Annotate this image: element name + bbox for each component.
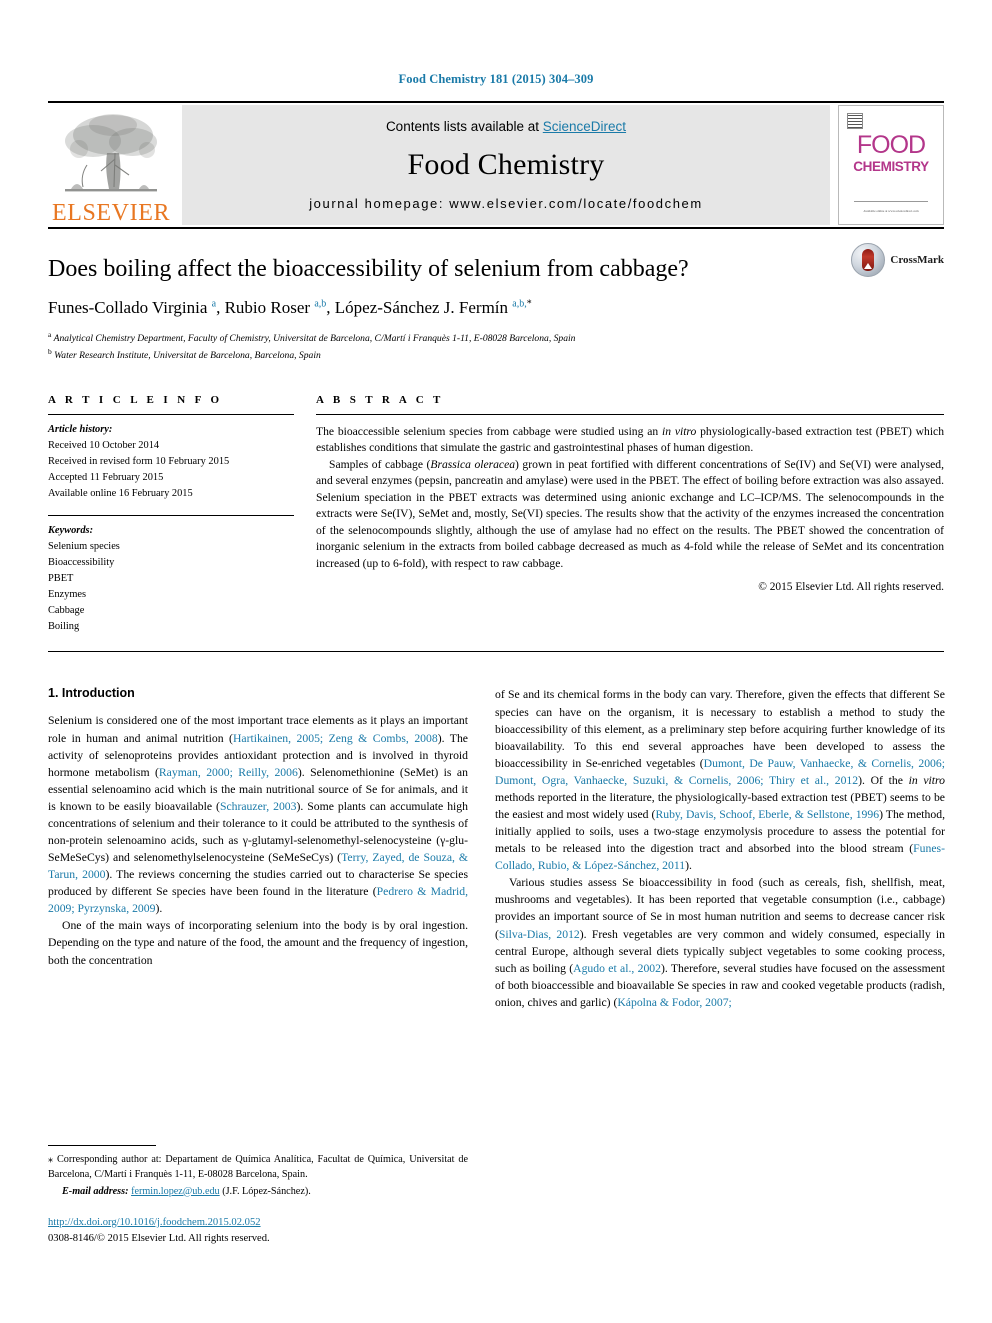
introduction-left-text: Selenium is considered one of the most i… [48,712,468,968]
elsevier-logo: ELSEVIER [48,103,174,227]
cover-divider [853,201,929,202]
article-history-label: Article history: [48,423,113,435]
email-label: E-mail address: [62,1185,129,1197]
elsevier-tree-icon [57,109,165,201]
article-page: Food Chemistry 181 (2015) 304–309 ELSEVI… [0,0,992,1323]
crossmark-icon [851,243,886,277]
keyword-item: Bioaccessibility [48,556,115,568]
abstract-body: The bioaccessible selenium species from … [316,415,944,572]
keyword-item: Selenium species [48,540,120,552]
crossmark-label: CrossMark [890,254,944,266]
title-block: CrossMark Does boiling affect the bioacc… [48,229,944,364]
abstract-paragraph: Samples of cabbage (Brassica oleracea) g… [316,457,945,570]
author-list: Funes-Collado Virginia a, Rubio Roser a,… [48,297,532,317]
body-paragraph: of Se and its chemical forms in the body… [495,688,945,873]
article-info-heading: A R T I C L E I N F O [48,393,223,406]
corresponding-author-note: ⁎ Corresponding author at: Departament d… [48,1154,468,1180]
affiliation-a: a Analytical Chemistry Department, Facul… [48,329,576,344]
contents-prefix: Contents lists available at [385,119,543,134]
abstract-column: A B S T R A C T The bioaccessible seleni… [316,394,944,636]
section-heading-introduction: 1. Introduction [48,686,135,701]
info-abstract-region: A R T I C L E I N F O Article history: R… [48,394,944,636]
page-title: Does boiling affect the bioaccessibility… [48,256,689,282]
body-columns: 1. Introduction Selenium is considered o… [48,686,945,1246]
journal-masthead: ELSEVIER Contents lists available at Sci… [48,103,944,227]
abstract-paragraph: The bioaccessible selenium species from … [316,424,945,455]
elsevier-wordmark: ELSEVIER [51,200,171,226]
keywords-label: Keywords: [48,524,94,536]
abstract-heading: A B S T R A C T [316,393,444,406]
crossmark-badge-group[interactable]: CrossMark [851,243,944,277]
email-note: E-mail address: fermin.lopez@ub.edu (J.F… [48,1186,468,1197]
body-paragraph: Various studies assess Se bioaccessibili… [495,876,945,1009]
history-item: Received in revised form 10 February 201… [48,456,230,468]
body-paragraph: One of the main ways of incorporating se… [48,919,468,967]
article-info-column: A R T I C L E I N F O Article history: R… [48,394,316,636]
cover-publisher-mark-icon [847,113,863,129]
running-head: Food Chemistry 181 (2015) 304–309 [398,72,594,86]
keyword-item: Enzymes [48,589,87,601]
doi-link[interactable]: http://dx.doi.org/10.1016/j.foodchem.201… [48,1217,261,1228]
cover-title-food: FOOD [856,131,926,159]
email-owner: (J.F. López-Sánchez). [222,1185,311,1197]
body-column-right: of Se and its chemical forms in the body… [495,686,945,1246]
sciencedirect-link[interactable]: ScienceDirect [543,119,626,134]
footnote-block: ⁎ Corresponding author at: Departament d… [48,1145,468,1246]
cover-title-chemistry: CHEMISTRY [853,159,929,174]
history-item: Available online 16 February 2015 [48,488,193,500]
email-link[interactable]: fermin.lopez@ub.edu [131,1186,220,1197]
introduction-right-text: of Se and its chemical forms in the body… [495,686,945,1010]
doi-block: http://dx.doi.org/10.1016/j.foodchem.201… [48,1215,468,1247]
affiliations: a Analytical Chemistry Department, Facul… [48,329,944,364]
abstract-bottom-rule [48,651,944,653]
history-item: Accepted 11 February 2015 [48,472,164,484]
article-history: Article history: Received 10 October 201… [48,415,294,515]
keyword-item: Cabbage [48,605,85,617]
masthead-center-panel: Contents lists available at ScienceDirec… [182,105,830,225]
keyword-item: PBET [48,572,74,584]
cover-footer-text: Available online at www.sciencedirect.co… [863,208,919,213]
keyword-item: Boiling [48,621,80,633]
body-column-left: 1. Introduction Selenium is considered o… [48,686,468,1246]
keywords-block: Keywords: Selenium species Bioaccessibil… [48,516,294,636]
affiliation-b: b Water Research Institute, Universitat … [48,347,321,362]
body-paragraph: Selenium is considered one of the most i… [48,714,469,916]
journal-cover-thumbnail[interactable]: FOOD CHEMISTRY Available online at www.s… [838,105,944,225]
abstract-copyright: © 2015 Elsevier Ltd. All rights reserved… [758,581,944,594]
footnote-rule [48,1145,156,1147]
issn-copyright-line: 0308-8146/© 2015 Elsevier Ltd. All right… [48,1232,270,1244]
journal-title: Food Chemistry [407,148,605,181]
history-item: Received 10 October 2014 [48,440,160,452]
contents-available-line: Contents lists available at ScienceDirec… [192,119,820,134]
journal-homepage-line[interactable]: journal homepage: www.elsevier.com/locat… [192,196,820,211]
